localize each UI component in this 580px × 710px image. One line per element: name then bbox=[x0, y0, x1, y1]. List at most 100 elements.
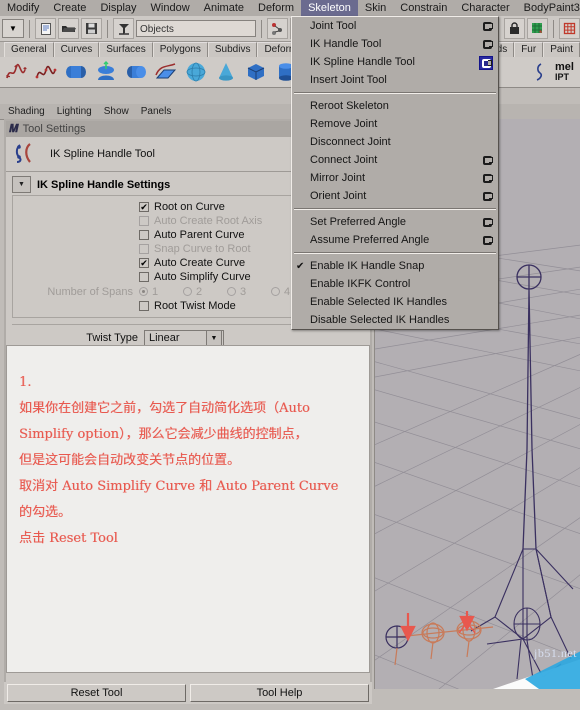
spans-radio-1 bbox=[139, 287, 148, 296]
menu-deform[interactable]: Deform bbox=[251, 0, 301, 16]
menu-item-orient-joint[interactable]: Orient Joint bbox=[292, 187, 498, 205]
select-by-hierarchy-icon[interactable] bbox=[267, 18, 288, 39]
menu-item-mirror-joint[interactable]: Mirror Joint bbox=[292, 169, 498, 187]
menu-item-joint-tool[interactable]: Joint Tool bbox=[292, 17, 498, 35]
set-preferred-angle-label: Set Preferred Angle bbox=[310, 216, 407, 228]
selection-mask-icon[interactable] bbox=[113, 18, 134, 39]
loft-icon[interactable] bbox=[92, 59, 120, 86]
shelf-tab-fur[interactable]: Fur bbox=[514, 42, 544, 57]
auto-create-curve-checkbox[interactable]: ✔ bbox=[139, 258, 149, 268]
nurbs-sphere-icon[interactable] bbox=[182, 59, 210, 86]
root-twist-mode-checkbox[interactable] bbox=[139, 301, 149, 311]
menu-constrain[interactable]: Constrain bbox=[393, 0, 454, 16]
note-line-1: 1. bbox=[19, 375, 32, 390]
ipt-label: IPT bbox=[555, 72, 570, 82]
menu-window[interactable]: Window bbox=[144, 0, 197, 16]
menu-animate[interactable]: Animate bbox=[197, 0, 251, 16]
joint-tool-option-box-icon[interactable] bbox=[481, 20, 493, 32]
ik-handle-tool-option-box-icon[interactable] bbox=[481, 38, 493, 50]
mirror-joint-option-box-icon[interactable] bbox=[481, 172, 493, 184]
panel-menu-panels[interactable]: Panels bbox=[135, 106, 178, 117]
menu-item-reroot-skeleton[interactable]: Reroot Skeleton bbox=[292, 97, 498, 115]
menu-skeleton[interactable]: Skeleton bbox=[301, 0, 358, 16]
set-preferred-angle-option-box-icon[interactable] bbox=[481, 216, 493, 228]
tool-help-button[interactable]: Tool Help bbox=[190, 684, 369, 702]
toolbar-divider-2 bbox=[107, 19, 108, 38]
render-grid-icon[interactable] bbox=[527, 18, 548, 39]
menu-display[interactable]: Display bbox=[93, 0, 143, 16]
menu-character[interactable]: Character bbox=[454, 0, 516, 16]
menu-item-ik-handle-tool[interactable]: IK Handle Tool bbox=[292, 35, 498, 53]
number-of-spans-label: Number of Spans bbox=[47, 285, 133, 298]
panel-menu-shading[interactable]: Shading bbox=[2, 106, 51, 117]
root-on-curve-checkbox[interactable]: ✔ bbox=[139, 202, 149, 212]
mel-script-icon[interactable] bbox=[525, 59, 553, 86]
reset-tool-button[interactable]: Reset Tool bbox=[7, 684, 186, 702]
auto-create-root-axis-label: Auto Create Root Axis bbox=[154, 215, 263, 227]
spans-radio-4 bbox=[271, 287, 280, 296]
menu-item-enable-ik-handle-snap[interactable]: ✔ Enable IK Handle Snap bbox=[292, 257, 498, 275]
shelf-tab-polygons[interactable]: Polygons bbox=[152, 42, 208, 57]
menu-skin[interactable]: Skin bbox=[358, 0, 393, 16]
panel-menu-show[interactable]: Show bbox=[98, 106, 135, 117]
revolve-icon[interactable] bbox=[62, 59, 90, 86]
ik-spline-handle-tool-icon bbox=[14, 141, 40, 168]
shelf-tab-curves[interactable]: Curves bbox=[53, 42, 100, 57]
disconnect-joint-label: Disconnect Joint bbox=[310, 136, 391, 148]
shelf-tab-surfaces[interactable]: Surfaces bbox=[99, 42, 153, 57]
note-line-3: Simplify option），那么它会减少曲线的控制点， bbox=[19, 427, 308, 442]
panel-menu-lighting[interactable]: Lighting bbox=[51, 106, 98, 117]
nurbs-cube-icon[interactable] bbox=[242, 59, 270, 86]
snap-grid-icon[interactable] bbox=[559, 18, 580, 39]
spans-option-3: 3 bbox=[227, 286, 271, 298]
planar-icon[interactable] bbox=[122, 59, 150, 86]
menu-bodypaint3d[interactable]: BodyPaint3D bbox=[517, 0, 580, 16]
menu-item-disable-selected-ik-handles[interactable]: Disable Selected IK Handles bbox=[292, 311, 498, 329]
extrude-icon[interactable] bbox=[152, 59, 180, 86]
snap-curve-to-root-checkbox bbox=[139, 244, 149, 254]
shelf-tab-subdivs[interactable]: Subdivs bbox=[207, 42, 258, 57]
menu-separator-1 bbox=[294, 92, 496, 94]
section-collapse-arrow-icon[interactable]: ▼ bbox=[12, 176, 31, 193]
shelf-tab-paint[interactable]: Paint bbox=[543, 42, 580, 57]
spans-radio-4-label: 4 bbox=[284, 285, 291, 298]
root-twist-mode-label: Root Twist Mode bbox=[154, 300, 236, 312]
twist-type-value: Linear bbox=[149, 332, 180, 344]
connect-joint-option-box-icon[interactable] bbox=[481, 154, 493, 166]
twist-type-select[interactable]: Linear ▼ bbox=[144, 330, 224, 346]
auto-parent-curve-checkbox[interactable] bbox=[139, 230, 149, 240]
menu-item-enable-ikfk-control[interactable]: Enable IKFK Control bbox=[292, 275, 498, 293]
orient-joint-label: Orient Joint bbox=[310, 190, 367, 202]
menu-item-insert-joint-tool[interactable]: Insert Joint Tool bbox=[292, 71, 498, 89]
menu-item-disconnect-joint[interactable]: Disconnect Joint bbox=[292, 133, 498, 151]
assume-preferred-angle-option-box-icon[interactable] bbox=[481, 234, 493, 246]
menu-item-connect-joint[interactable]: Connect Joint bbox=[292, 151, 498, 169]
nurbs-cone-icon[interactable] bbox=[212, 59, 240, 86]
menu-separator-2 bbox=[294, 208, 496, 210]
auto-simplify-curve-checkbox[interactable] bbox=[139, 272, 149, 282]
menu-item-ik-spline-handle-tool[interactable]: IK Spline Handle Tool bbox=[292, 53, 498, 71]
menu-item-assume-preferred-angle[interactable]: Assume Preferred Angle bbox=[292, 231, 498, 249]
menu-modify[interactable]: Modify bbox=[0, 0, 46, 16]
orient-joint-option-box-icon[interactable] bbox=[481, 190, 493, 202]
selection-mode-dropdown-icon[interactable]: ▼ bbox=[2, 19, 24, 38]
note-line-5: 取消对 Auto Simplify Curve 和 Auto Parent Cu… bbox=[19, 479, 339, 494]
section-title-label: IK Spline Handle Settings bbox=[37, 178, 171, 191]
cv-curve-icon[interactable] bbox=[2, 59, 30, 86]
menu-item-enable-selected-ik-handles[interactable]: Enable Selected IK Handles bbox=[292, 293, 498, 311]
save-scene-icon[interactable] bbox=[81, 18, 102, 39]
toolbar-divider bbox=[29, 19, 30, 38]
menu-item-remove-joint[interactable]: Remove Joint bbox=[292, 115, 498, 133]
new-scene-icon[interactable] bbox=[35, 18, 56, 39]
shelf-tab-general[interactable]: General bbox=[4, 42, 54, 57]
ep-curve-icon[interactable] bbox=[32, 59, 60, 86]
ik-spline-handle-tool-option-box-icon[interactable] bbox=[479, 56, 493, 70]
lock-icon[interactable] bbox=[504, 18, 525, 39]
selection-mask-field[interactable]: Objects bbox=[136, 20, 256, 37]
menu-item-set-preferred-angle[interactable]: Set Preferred Angle bbox=[292, 213, 498, 231]
menu-create[interactable]: Create bbox=[46, 0, 93, 16]
mirror-joint-label: Mirror Joint bbox=[310, 172, 366, 184]
open-scene-icon[interactable] bbox=[58, 18, 79, 39]
remove-joint-label: Remove Joint bbox=[310, 118, 378, 130]
chevron-down-icon[interactable]: ▼ bbox=[206, 330, 222, 346]
